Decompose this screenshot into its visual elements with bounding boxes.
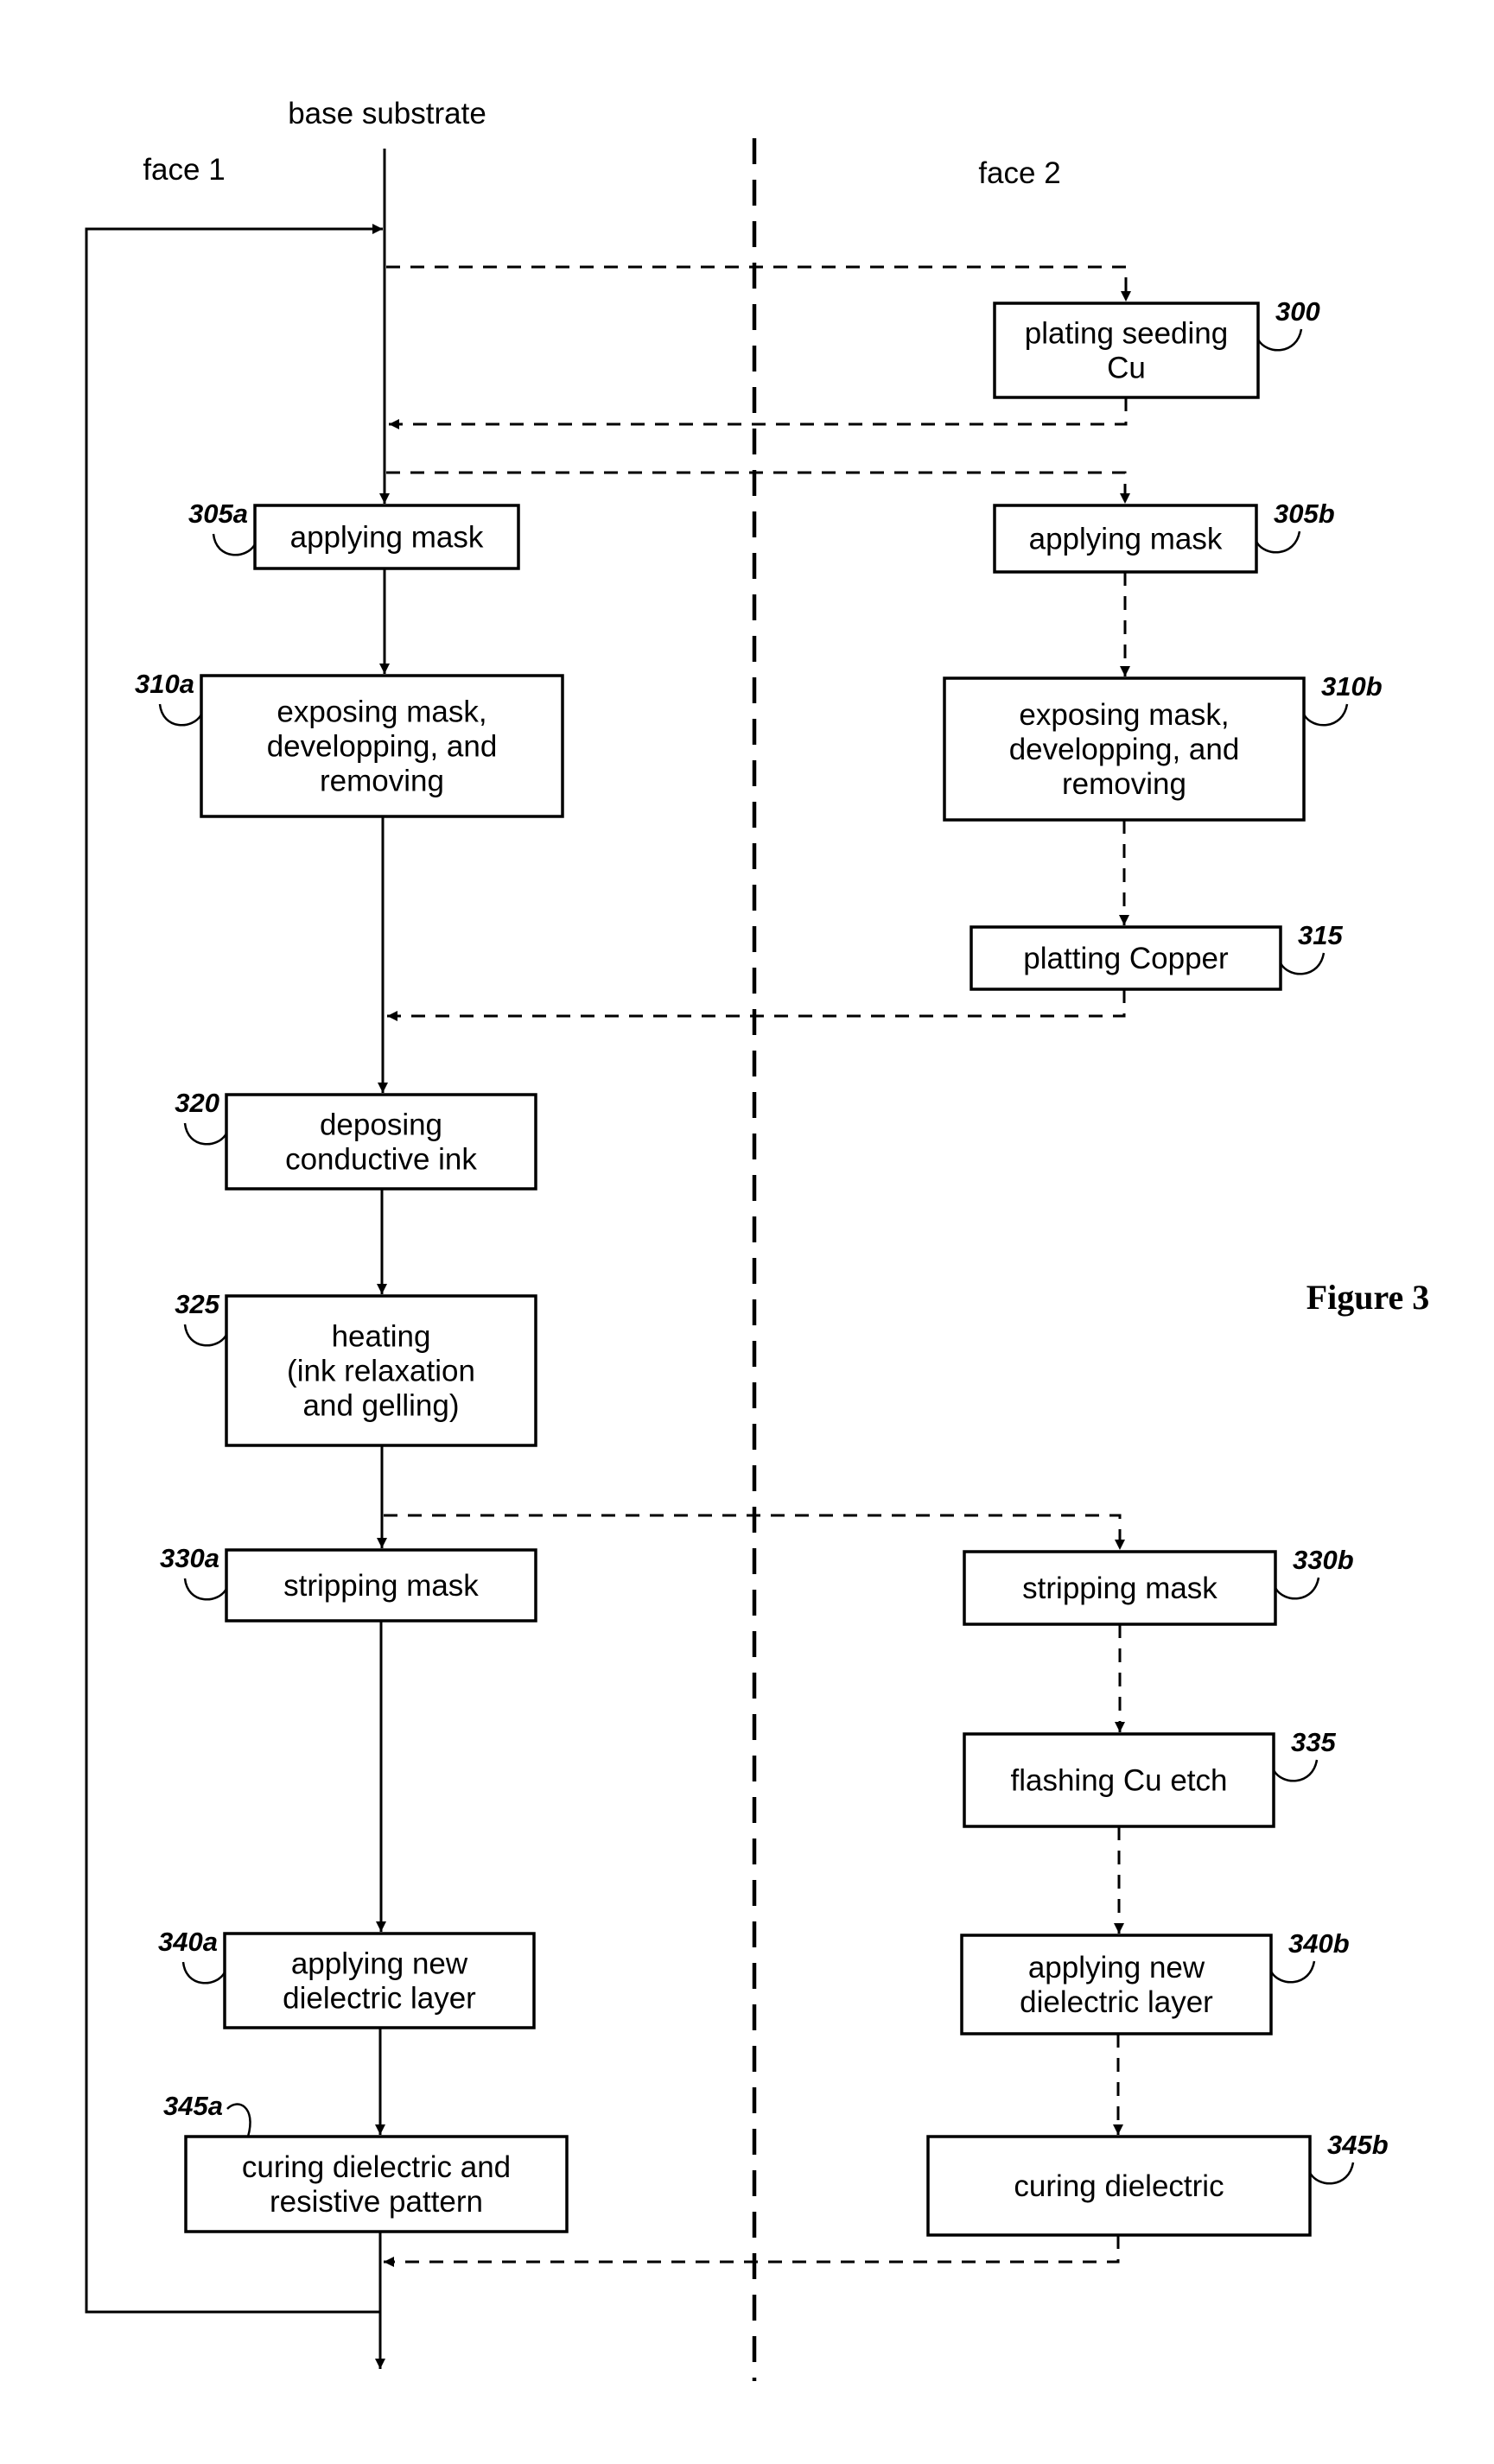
step-label: (ink relaxation	[287, 1355, 475, 1388]
step-label: developping, and	[267, 730, 498, 764]
return-connector	[389, 397, 1128, 429]
step-label: stripping mask	[283, 1569, 479, 1603]
reference-numeral: 325	[175, 1289, 219, 1319]
step-label: removing	[320, 765, 444, 798]
process-flow-diagram: base substrate face 1 face 2 Figure 3 pl…	[85, 97, 1430, 2381]
reference-numeral: 310b	[1321, 671, 1383, 702]
reference-numeral: 305b	[1274, 499, 1335, 529]
reference-numeral: 330a	[160, 1543, 219, 1573]
reference-numeral: 345b	[1327, 2130, 1389, 2160]
step-label: curing dielectric and	[242, 2150, 511, 2184]
step-label: applying new	[291, 1947, 468, 1981]
leader-line	[212, 533, 257, 556]
step-325: heating(ink relaxationand gelling) 325	[175, 1289, 537, 1447]
reference-numeral: 330b	[1293, 1545, 1354, 1575]
face1-connectors	[85, 149, 390, 2369]
step-305a: applying mask 305a	[188, 499, 520, 570]
step-label: heating	[332, 1320, 431, 1354]
step-label: deposing	[320, 1108, 442, 1142]
step-305b: applying mask 305b	[993, 499, 1335, 574]
step-label: exposing mask,	[277, 695, 486, 729]
step-330b: stripping mask 330b	[963, 1545, 1354, 1626]
step-340b: applying newdielectric layer 340b	[960, 1928, 1350, 2035]
reference-numeral: 315	[1298, 920, 1343, 950]
step-label: developping, and	[1009, 733, 1240, 766]
step-label: dielectric layer	[283, 1982, 476, 2016]
step-340a: applying newdielectric layer 340a	[158, 1927, 536, 2029]
reference-numeral: 345a	[163, 2091, 223, 2121]
base-substrate-label: base substrate	[288, 97, 486, 130]
return-connector	[384, 2235, 1120, 2267]
reference-numeral: 310a	[135, 669, 194, 699]
reference-numeral: 340b	[1288, 1928, 1350, 1959]
step-320: deposingconductive ink 320	[175, 1088, 537, 1191]
step-310b: exposing mask,developping, andremoving 31…	[943, 671, 1383, 822]
leader-line	[1269, 1960, 1316, 1984]
step-label: and gelling)	[303, 1389, 460, 1423]
face-2-label: face 2	[978, 156, 1060, 190]
leader-line	[183, 1122, 228, 1146]
step-label: resistive pattern	[270, 2185, 483, 2219]
step-315: platting Copper 315	[970, 920, 1343, 991]
leader-line	[158, 703, 203, 727]
leader-line	[226, 2103, 251, 2137]
step-label: flashing Cu etch	[1011, 1764, 1228, 1798]
reference-numeral: 335	[1291, 1727, 1336, 1757]
step-label: plating seeding	[1025, 317, 1228, 351]
step-330a: stripping mask 330a	[160, 1543, 537, 1623]
leader-line	[183, 1578, 228, 1601]
leader-line	[1302, 703, 1349, 727]
reference-numeral: 300	[1275, 296, 1320, 327]
leader-line	[1256, 328, 1303, 352]
step-310a: exposing mask,developping, andremoving 31…	[135, 669, 564, 818]
leader-line	[1255, 530, 1301, 554]
step-label: applying mask	[290, 521, 484, 555]
step-label: conductive ink	[285, 1143, 477, 1177]
leader-line	[181, 1961, 226, 1985]
leader-line	[1274, 1577, 1320, 1600]
step-label: Cu	[1107, 352, 1146, 385]
figure-title: Figure 3	[1306, 1278, 1430, 1317]
step-label: stripping mask	[1022, 1572, 1217, 1605]
reference-numeral: 305a	[188, 499, 248, 529]
branch-connector	[384, 1514, 1125, 1550]
step-label: applying new	[1028, 1951, 1205, 1985]
step-label: applying mask	[1029, 523, 1223, 556]
step-label: curing dielectric	[1014, 2169, 1224, 2203]
leader-line	[1279, 952, 1326, 975]
step-label: platting Copper	[1023, 942, 1229, 975]
step-label: exposing mask,	[1019, 698, 1229, 732]
step-label: dielectric layer	[1020, 1985, 1213, 2019]
leader-line	[183, 1324, 228, 1347]
reference-numeral: 320	[175, 1088, 219, 1118]
step-label: removing	[1062, 767, 1186, 801]
step-335: flashing Cu etch 335	[963, 1727, 1336, 1828]
leader-line	[1272, 1759, 1319, 1782]
reference-numeral: 340a	[158, 1927, 218, 1957]
step-345a: curing dielectric andresistive pattern 34…	[163, 2091, 569, 2233]
step-345b: curing dielectric 345b	[926, 2130, 1389, 2237]
step-300: plating seedingCu 300	[993, 296, 1320, 399]
leader-line	[1308, 2162, 1355, 2185]
face-1-label: face 1	[143, 153, 225, 187]
